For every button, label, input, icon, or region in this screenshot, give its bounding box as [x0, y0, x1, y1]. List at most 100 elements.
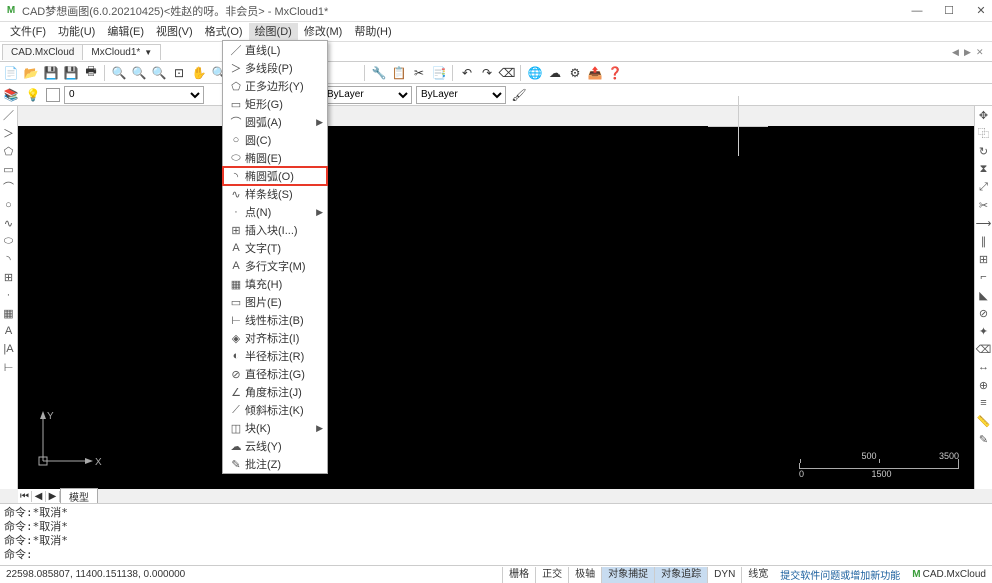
explode-icon[interactable]: ✦ — [976, 322, 992, 340]
break-icon[interactable]: ⊘ — [976, 304, 992, 322]
tool-d-icon[interactable]: 📑 — [430, 64, 448, 82]
menu-item-6[interactable]: ⬭椭圆(E) — [223, 149, 327, 167]
point-tool-icon[interactable]: · — [1, 286, 17, 304]
menu-item-16[interactable]: ◈对齐标注(I) — [223, 329, 327, 347]
menu-item-2[interactable]: ⬠正多边形(Y) — [223, 77, 327, 95]
menu-item-21[interactable]: ◫块(K)▶ — [223, 419, 327, 437]
menu-edit[interactable]: 编辑(E) — [101, 23, 150, 41]
tool-c-icon[interactable]: ✂ — [410, 64, 428, 82]
fillet-icon[interactable]: ⌐ — [976, 268, 992, 286]
tab-close-icon[interactable]: ✕ — [976, 47, 986, 57]
menu-modify[interactable]: 修改(M) — [298, 23, 349, 41]
status-otrack[interactable]: 对象追踪 — [654, 567, 707, 583]
saveas-icon[interactable]: 💾 — [62, 64, 80, 82]
menu-item-7[interactable]: ◝椭圆弧(O) — [223, 167, 327, 185]
brush-icon[interactable]: 🖌 — [510, 86, 528, 104]
status-lweight[interactable]: 线宽 — [741, 567, 774, 583]
polygon-tool-icon[interactable]: ⬠ — [1, 142, 17, 160]
menu-item-5[interactable]: ○圆(C) — [223, 131, 327, 149]
menu-item-23[interactable]: ✎批注(Z) — [223, 455, 327, 473]
close-button[interactable]: ✕ — [974, 4, 988, 18]
align-icon[interactable]: ≡ — [976, 394, 992, 412]
linetype-select[interactable]: ByLayer — [416, 86, 506, 104]
copy-icon[interactable]: ⿻ — [976, 124, 992, 142]
menu-item-4[interactable]: ⌒圆弧(A)▶ — [223, 113, 327, 131]
model-tab[interactable]: 模型 — [60, 488, 98, 505]
chamfer-icon[interactable]: ◣ — [976, 286, 992, 304]
redo-icon[interactable]: ↷ — [478, 64, 496, 82]
tab-next-icon[interactable]: ▶ — [964, 47, 974, 57]
ellipsearc-tool-icon[interactable]: ◝ — [1, 250, 17, 268]
layer-manager-icon[interactable]: 📚 — [2, 86, 20, 104]
join-icon[interactable]: ⊕ — [976, 376, 992, 394]
settings-icon[interactable]: ⚙ — [566, 64, 584, 82]
arc-tool-icon[interactable]: ⌒ — [1, 178, 17, 196]
status-polar[interactable]: 极轴 — [568, 567, 601, 583]
cmd-prompt[interactable]: 命令: — [4, 548, 988, 562]
menu-item-17[interactable]: ◐半径标注(R) — [223, 347, 327, 365]
zoom-extents-icon[interactable]: ⊡ — [170, 64, 188, 82]
layout-prev-icon[interactable]: ◀ — [32, 491, 46, 502]
new-icon[interactable]: 📄 — [2, 64, 20, 82]
menu-item-13[interactable]: ▦填充(H) — [223, 275, 327, 293]
status-osnap[interactable]: 对象捕捉 — [601, 567, 654, 583]
menu-item-0[interactable]: ／直线(L) — [223, 41, 327, 59]
menu-item-11[interactable]: A文字(T) — [223, 239, 327, 257]
spline-tool-icon[interactable]: ∿ — [1, 214, 17, 232]
drawing-canvas[interactable]: Y X 5003500 01500 — [18, 126, 974, 489]
extend-icon[interactable]: ⟶ — [976, 214, 992, 232]
circle-tool-icon[interactable]: ○ — [1, 196, 17, 214]
eraser-icon[interactable]: ⌫ — [498, 64, 516, 82]
menu-item-3[interactable]: ▭矩形(G) — [223, 95, 327, 113]
offset-icon[interactable]: ∥ — [976, 232, 992, 250]
layer-state-icon[interactable]: 💡 — [24, 86, 42, 104]
polyline-tool-icon[interactable]: ＞ — [1, 124, 17, 142]
menu-item-19[interactable]: ∠角度标注(J) — [223, 383, 327, 401]
array-icon[interactable]: ⊞ — [976, 250, 992, 268]
menu-item-15[interactable]: ⊢线性标注(B) — [223, 311, 327, 329]
menu-view[interactable]: 视图(V) — [150, 23, 199, 41]
minimize-button[interactable]: — — [910, 4, 924, 18]
color-select[interactable]: ByLayer — [322, 86, 412, 104]
tab-dropdown-icon[interactable]: ▼ — [144, 48, 152, 57]
layout-first-icon[interactable]: ⏮ — [18, 491, 32, 502]
menu-item-14[interactable]: ▭图片(E) — [223, 293, 327, 311]
maximize-button[interactable]: ☐ — [942, 4, 956, 18]
tool-a-icon[interactable]: 🔧 — [370, 64, 388, 82]
menu-item-9[interactable]: ·点(N)▶ — [223, 203, 327, 221]
zoom-out-icon[interactable]: 🔍 — [130, 64, 148, 82]
menu-format[interactable]: 格式(O) — [199, 23, 249, 41]
tool-b-icon[interactable]: 📋 — [390, 64, 408, 82]
menu-file[interactable]: 文件(F) — [4, 23, 52, 41]
text-tool-icon[interactable]: A — [1, 322, 17, 340]
zoom-in-icon[interactable]: 🔍 — [110, 64, 128, 82]
menu-help[interactable]: 帮助(H) — [348, 23, 397, 41]
tab-mxcloud1[interactable]: MxCloud1*▼ — [82, 44, 161, 60]
status-ortho[interactable]: 正交 — [535, 567, 568, 583]
layer-color-swatch[interactable] — [46, 88, 60, 102]
menu-draw[interactable]: 绘图(D) — [249, 23, 298, 41]
menu-item-8[interactable]: ∿样条线(S) — [223, 185, 327, 203]
modify-icon[interactable]: ✎ — [976, 430, 992, 448]
menu-item-10[interactable]: ⊞插入块(I...) — [223, 221, 327, 239]
web-icon[interactable]: 🌐 — [526, 64, 544, 82]
layer-select[interactable]: 0 — [64, 86, 204, 104]
ellipse-tool-icon[interactable]: ⬭ — [1, 232, 17, 250]
menu-item-18[interactable]: ⊘直径标注(G) — [223, 365, 327, 383]
menu-item-1[interactable]: ＞多线段(P) — [223, 59, 327, 77]
move-icon[interactable]: ✥ — [976, 106, 992, 124]
dim-tool-icon[interactable]: ⊢ — [1, 358, 17, 376]
export-icon[interactable]: 📤 — [586, 64, 604, 82]
tab-cadmxcloud[interactable]: CAD.MxCloud — [2, 44, 83, 60]
print-icon[interactable]: 🖶 — [82, 64, 100, 82]
line-tool-icon[interactable]: ／ — [1, 106, 17, 124]
menu-item-22[interactable]: ☁云线(Y) — [223, 437, 327, 455]
erase-icon[interactable]: ⌫ — [976, 340, 992, 358]
mirror-icon[interactable]: ⧗ — [976, 160, 992, 178]
pan-icon[interactable]: ✋ — [190, 64, 208, 82]
menu-item-20[interactable]: ⟋倾斜标注(K) — [223, 401, 327, 419]
menu-item-12[interactable]: A多行文字(M) — [223, 257, 327, 275]
stretch-icon[interactable]: ↔ — [976, 358, 992, 376]
rotate-icon[interactable]: ↻ — [976, 142, 992, 160]
insert-tool-icon[interactable]: ⊞ — [1, 268, 17, 286]
